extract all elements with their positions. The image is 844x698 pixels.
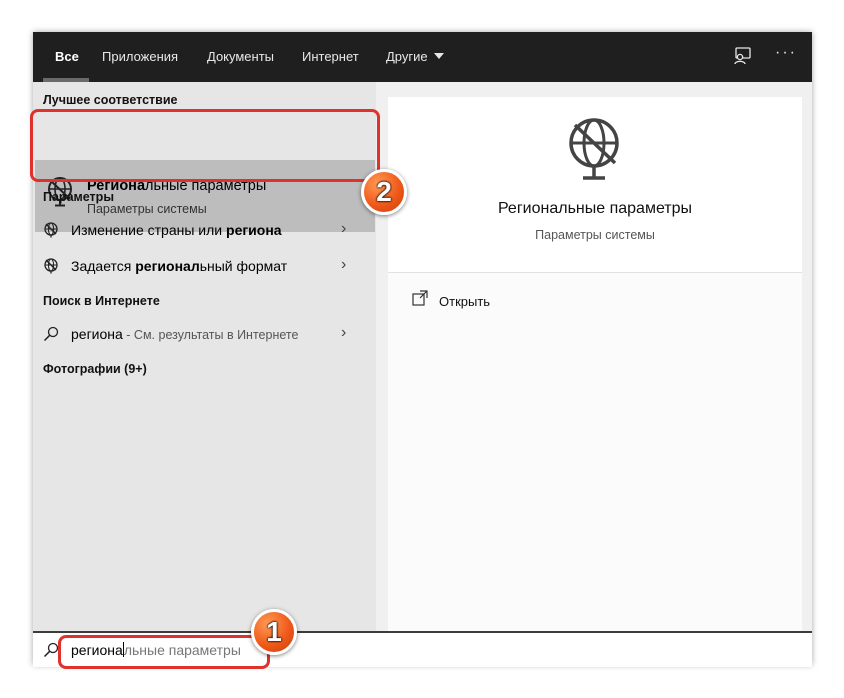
chevron-right-icon[interactable]: ›: [341, 324, 346, 342]
label-bold-part: регионал: [135, 258, 200, 274]
tab-all[interactable]: Все: [55, 49, 79, 64]
globe-settings-icon: [44, 258, 58, 274]
step-badge-2: 2: [361, 169, 407, 215]
web-search-heading: Поиск в Интернете: [43, 294, 160, 308]
highlight-best-match: [30, 109, 380, 182]
tab-other[interactable]: Другие: [386, 49, 444, 64]
preview-subtitle: Параметры системы: [535, 228, 655, 242]
highlight-search-input: [58, 635, 270, 669]
search-tabs-bar: Все Приложения Документы Интернет Другие…: [33, 32, 812, 82]
web-search-item[interactable]: региона - См. результаты в Интернете ›: [33, 318, 376, 350]
web-search-query: региона: [71, 326, 123, 342]
settings-item-change-region[interactable]: Изменение страны или региона ›: [33, 214, 376, 246]
search-icon: [43, 642, 59, 658]
web-search-label: региона - См. результаты в Интернете: [71, 326, 298, 342]
preview-pane: Региональные параметры Параметры системы…: [388, 97, 802, 631]
best-match-heading: Лучшее соответствие: [43, 93, 178, 107]
settings-heading: Параметры: [43, 190, 114, 204]
settings-item-label: Изменение страны или региона: [71, 222, 282, 238]
more-options-button[interactable]: ···: [775, 44, 797, 62]
preview-title: Региональные параметры: [497, 200, 693, 217]
settings-item-region-format[interactable]: Задается региональный формат ›: [33, 250, 376, 282]
label-part: Изменение страны или: [71, 222, 227, 238]
chevron-right-icon[interactable]: ›: [341, 220, 346, 238]
open-action[interactable]: Открыть: [439, 294, 490, 309]
search-icon: [43, 326, 59, 342]
preview-header: Региональные параметры Параметры системы: [388, 97, 802, 273]
caret-down-icon: [433, 53, 444, 59]
tab-other-label: Другие: [386, 49, 428, 64]
label-part: ьный формат: [199, 258, 288, 274]
feedback-icon[interactable]: [732, 46, 752, 66]
step-badge-1: 1: [251, 609, 297, 655]
photos-heading[interactable]: Фотографии (9+): [43, 362, 147, 376]
settings-item-label: Задается региональный формат: [71, 258, 287, 274]
label-part: Задается: [71, 258, 136, 274]
web-search-suffix: - См. результаты в Интернете: [122, 328, 299, 342]
tab-apps[interactable]: Приложения: [102, 49, 178, 64]
globe-settings-icon: [569, 118, 619, 180]
globe-settings-icon: [44, 222, 58, 238]
tab-documents[interactable]: Документы: [207, 49, 274, 64]
open-icon[interactable]: [412, 290, 428, 306]
tab-internet[interactable]: Интернет: [302, 49, 359, 64]
chevron-right-icon[interactable]: ›: [341, 256, 346, 274]
label-bold-part: региона: [226, 222, 282, 238]
